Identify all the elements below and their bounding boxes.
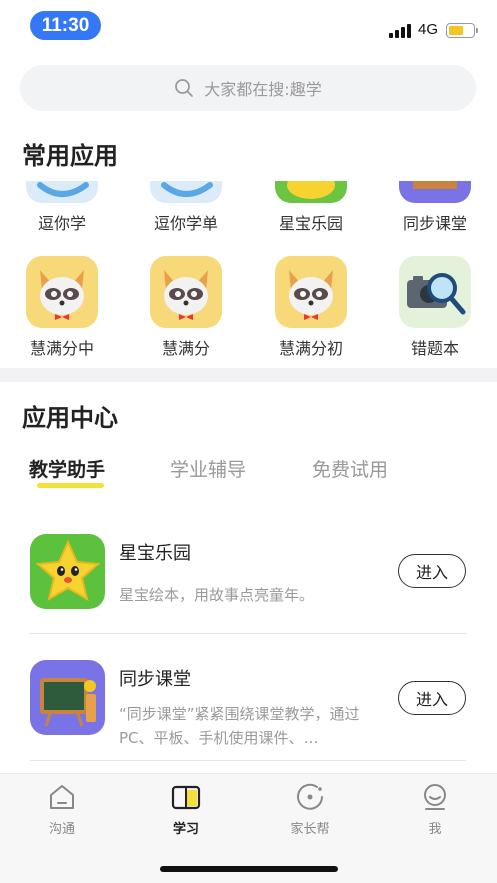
cellular-signal-icon [389,24,411,38]
home-icon [50,785,74,809]
search-placeholder: 大家都在搜:趣学 [204,80,322,99]
item-name: 同步课堂 [119,669,191,690]
app-center-title: 应用中心 [22,404,118,432]
app-label: 慧满分初 [278,339,343,358]
app-label: 慧满分中 [29,339,94,358]
common-apps-title: 常用应用 [22,142,118,170]
app-item-cuotiben[interactable]: 错题本 [385,256,485,359]
app-label: 逗你学 [37,214,86,233]
star-mascot-icon [30,534,105,609]
search-icon [175,79,194,97]
app-item-tongbu[interactable]: 同步课堂 [385,181,485,234]
enter-button[interactable]: 进入 [398,554,466,588]
tab-label: 学习 [172,822,199,837]
item-name: 星宝乐园 [119,543,191,564]
blue-swirl-icon [26,181,98,203]
tab-label: 家长帮 [290,822,330,837]
app-item-douxuedan[interactable]: 逗你学单 [136,181,236,234]
app-item-huimanfen[interactable]: 慧满分 [136,256,236,359]
book-icon [171,785,201,810]
section-divider [0,368,497,382]
app-item-huimanfen-zhong[interactable]: 慧满分中 [12,256,112,359]
app-label: 错题本 [410,339,459,358]
tab-label: 沟通 [48,822,75,837]
app-item-douxue[interactable]: 逗你学 [12,181,112,234]
tab-teaching-assistant[interactable]: 教学助手 [29,455,105,482]
tab-free-trial[interactable]: 免费试用 [312,455,388,482]
tab-study[interactable]: 学习 [146,782,226,837]
row-divider [30,633,466,634]
app-item-huimanfen-chu[interactable]: 慧满分初 [261,256,361,359]
raccoon-mascot-icon [26,256,98,328]
home-indicator[interactable] [160,866,338,872]
blue-swirl-icon [150,181,222,203]
row-divider [30,760,466,761]
tab-communicate[interactable]: 沟通 [22,782,102,837]
profile-icon [424,784,446,810]
list-item[interactable]: 同步课堂 “同步课堂”紧紧围绕课堂教学，通过PC、平板、手机使用课件、… 进入 [0,644,497,772]
app-center-tabs: 教学助手 学业辅导 免费试用 [0,455,497,495]
app-label: 同步课堂 [402,214,467,233]
app-item-xingbao[interactable]: 星宝乐园 [261,181,361,234]
item-description: “同步课堂”紧紧围绕课堂教学，通过PC、平板、手机使用课件、… [119,705,360,747]
raccoon-mascot-icon [150,256,222,328]
active-tab-indicator [37,483,104,488]
camera-magnifier-icon [399,256,471,328]
app-label: 星宝乐园 [278,214,343,233]
tab-label: 我 [428,822,442,837]
app-label: 慧满分 [161,339,210,358]
status-bar: 11:30 4G [0,0,497,56]
app-label: 逗你学单 [153,214,218,233]
battery-icon [446,23,478,38]
list-item[interactable]: 星宝乐园 星宝绘本，用故事点亮童年。 进入 [0,518,497,646]
common-apps-grid: 逗你学 逗你学单 星宝乐园 同步课堂 慧满分中 慧满分 慧满分初 错题本 [0,181,497,367]
compass-icon [297,783,323,810]
classroom-board-icon [399,181,471,203]
raccoon-mascot-icon [275,256,347,328]
item-description: 星宝绘本，用故事点亮童年。 [119,586,315,604]
star-mascot-icon [275,181,347,203]
classroom-board-icon [30,660,105,735]
tab-parent-help[interactable]: 家长帮 [270,782,350,837]
tab-me[interactable]: 我 [395,782,475,837]
search-input[interactable]: 大家都在搜:趣学 [20,65,476,111]
time-indicator[interactable]: 11:30 [30,11,101,40]
tab-academic-tutoring[interactable]: 学业辅导 [170,455,246,482]
enter-button[interactable]: 进入 [398,681,466,715]
network-type: 4G [418,21,439,38]
